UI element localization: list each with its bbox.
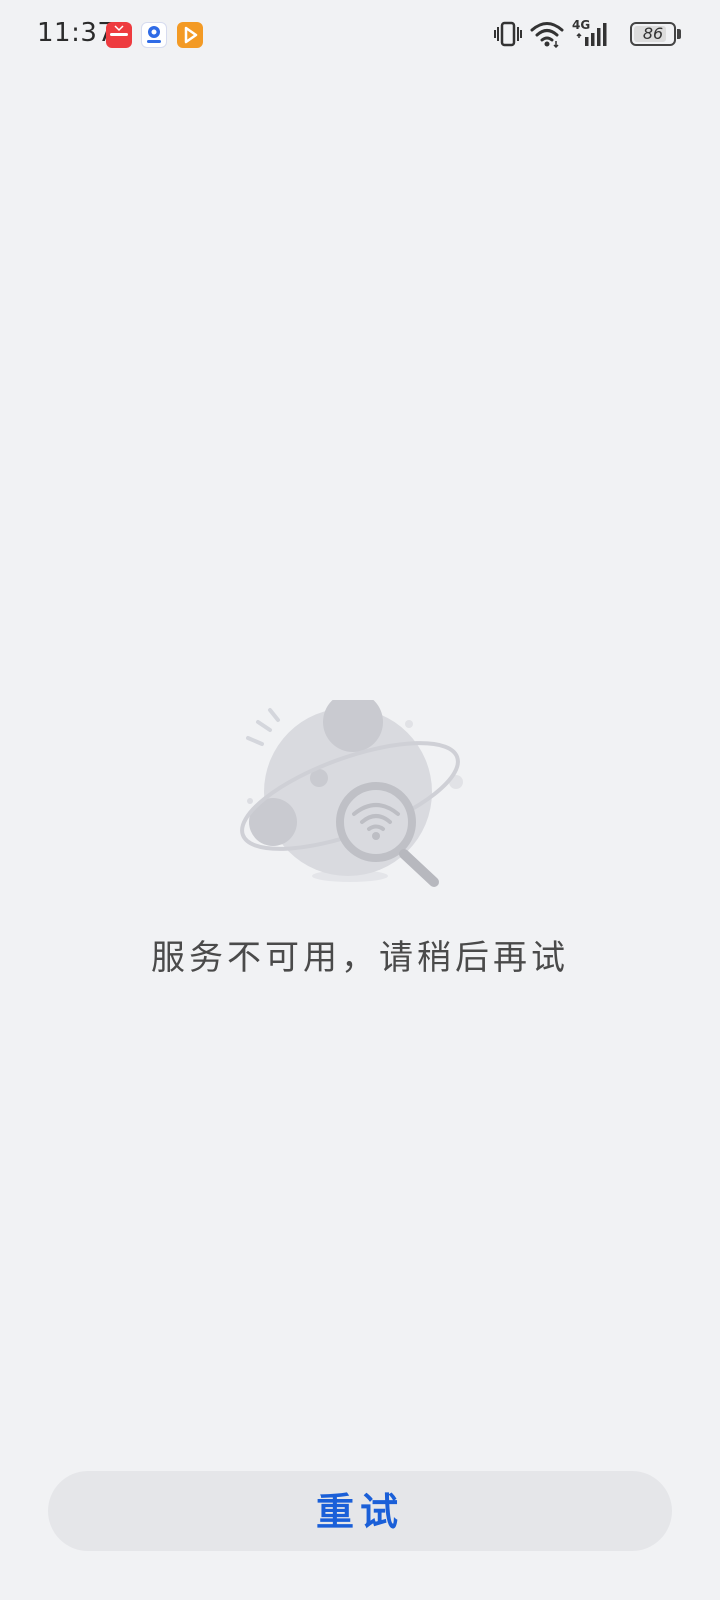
error-message: 服务不可用，请稍后再试	[151, 938, 569, 978]
battery-percentage: 86	[642, 24, 664, 43]
battery-tip	[677, 29, 681, 39]
planet-search-wifi-icon	[238, 692, 478, 900]
shopping-app-icon	[106, 22, 132, 48]
vibrate-icon	[493, 20, 523, 52]
cellular-signal-icon	[576, 22, 610, 52]
video-app-icon	[177, 22, 203, 48]
status-bar: 11:37 4G 86	[0, 0, 720, 70]
retry-button[interactable]: 重试	[48, 1471, 672, 1551]
status-time: 11:37	[37, 18, 115, 48]
wifi-icon	[530, 20, 564, 52]
baidu-map-app-icon	[141, 22, 167, 48]
